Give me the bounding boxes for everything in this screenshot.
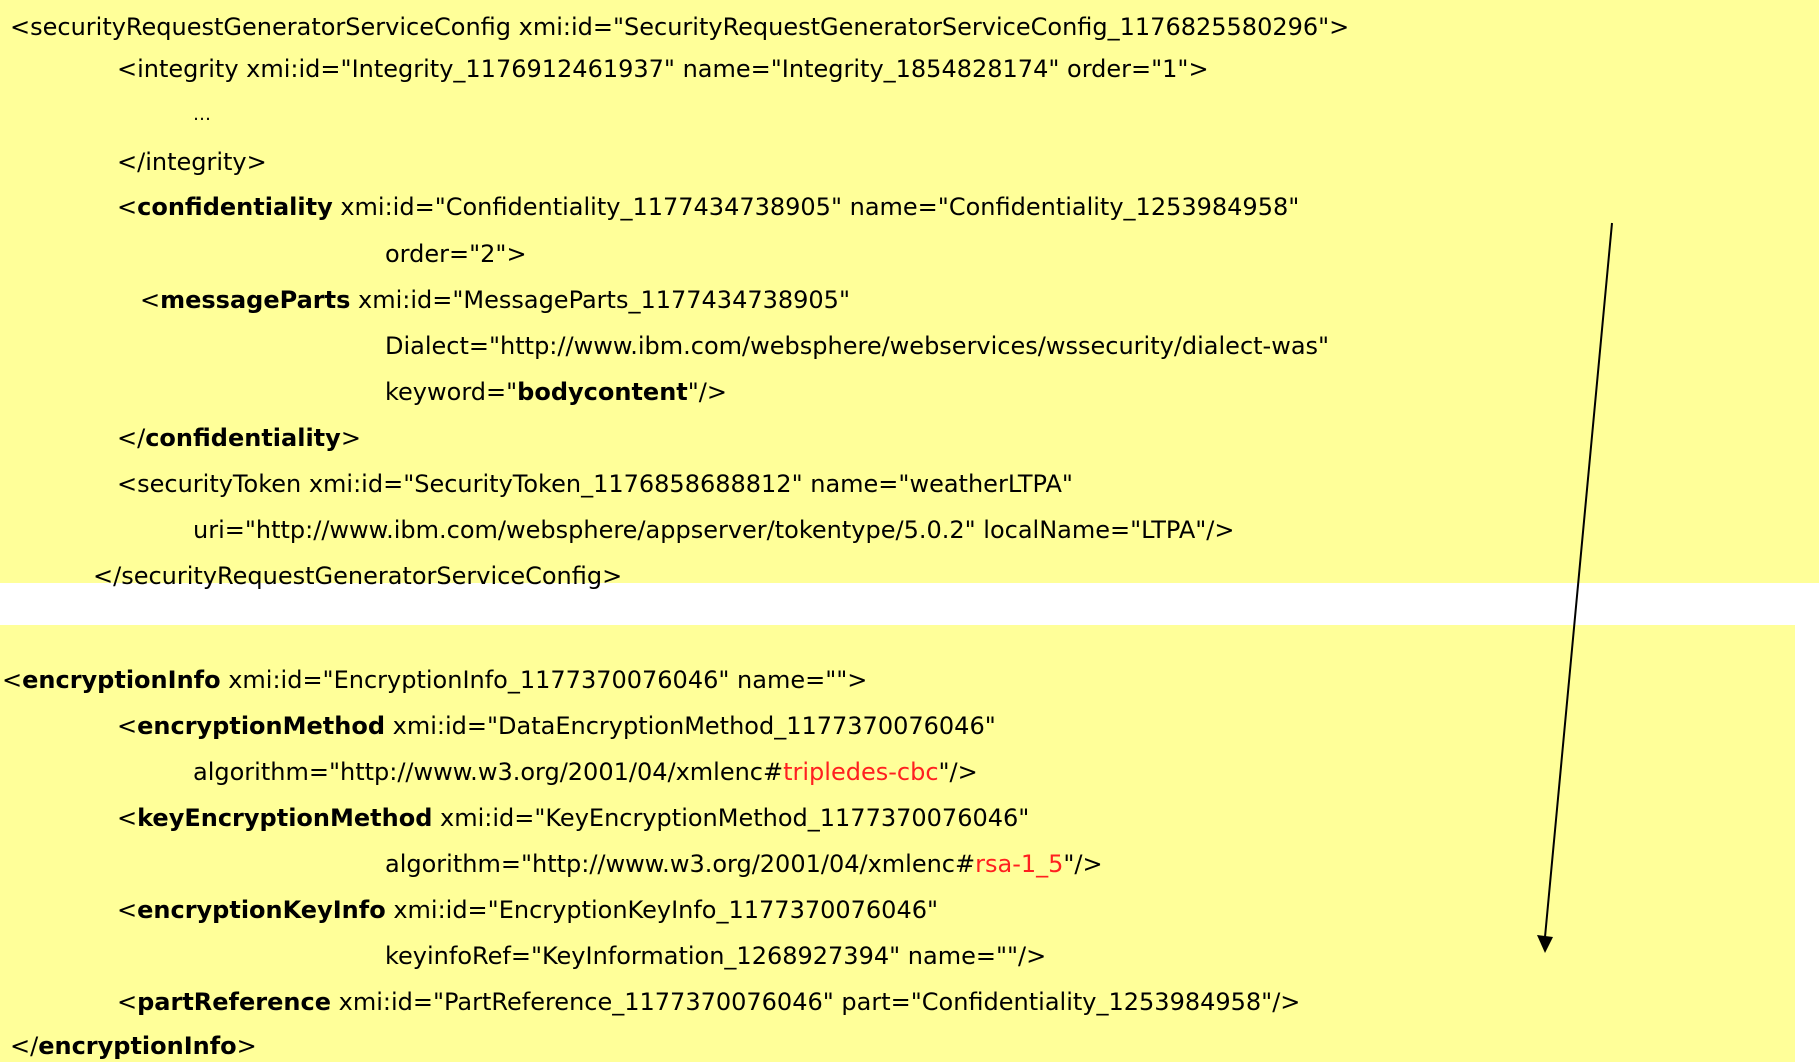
code-line: </confidentiality> bbox=[117, 423, 361, 453]
code-line: uri="http://www.ibm.com/websphere/appser… bbox=[193, 515, 1235, 545]
code-text: </ bbox=[117, 424, 146, 452]
algorithm-highlight: tripledes-cbc bbox=[783, 758, 939, 786]
algorithm-highlight: rsa-1_5 bbox=[975, 850, 1064, 878]
keyword-bold: bodycontent bbox=[517, 378, 688, 406]
code-text: < bbox=[2, 666, 23, 694]
code-line: <partReference xmi:id="PartReference_117… bbox=[117, 987, 1300, 1017]
code-line: <encryptionMethod xmi:id="DataEncryption… bbox=[117, 711, 996, 741]
code-text: <integrity xmi:id="Integrity_11769124619… bbox=[117, 55, 1209, 83]
element-name-bold: encryptionInfo bbox=[22, 666, 221, 694]
code-text: xmi:id="Confidentiality_1177434738905" n… bbox=[332, 193, 1300, 221]
code-line: <integrity xmi:id="Integrity_11769124619… bbox=[117, 54, 1209, 84]
code-line: <securityToken xmi:id="SecurityToken_117… bbox=[117, 469, 1073, 499]
code-text: Dialect="http://www.ibm.com/websphere/we… bbox=[385, 332, 1330, 360]
element-name-bold: keyEncryptionMethod bbox=[137, 804, 433, 832]
code-line: algorithm="http://www.w3.org/2001/04/xml… bbox=[385, 849, 1103, 879]
encryption-info-panel: <encryptionInfo xmi:id="EncryptionInfo_1… bbox=[0, 625, 1795, 1062]
code-text: algorithm="http://www.w3.org/2001/04/xml… bbox=[193, 758, 784, 786]
code-text: <securityRequestGeneratorServiceConfig x… bbox=[10, 13, 1350, 41]
code-text: > bbox=[236, 1032, 257, 1060]
code-text: uri="http://www.ibm.com/websphere/appser… bbox=[193, 516, 1235, 544]
code-text: < bbox=[140, 286, 161, 314]
code-text: < bbox=[117, 193, 138, 221]
code-line: </integrity> bbox=[117, 147, 267, 177]
code-line: Dialect="http://www.ibm.com/websphere/we… bbox=[385, 331, 1329, 361]
code-text: < bbox=[117, 896, 138, 924]
code-line: <confidentiality xmi:id="Confidentiality… bbox=[117, 192, 1299, 222]
code-line: keyinfoRef="KeyInformation_1268927394" n… bbox=[385, 941, 1046, 971]
element-name-bold: encryptionMethod bbox=[137, 712, 386, 740]
code-text: keyinfoRef="KeyInformation_1268927394" n… bbox=[385, 942, 1047, 970]
element-name-bold: encryptionKeyInfo bbox=[137, 896, 386, 924]
element-name-bold: confidentiality bbox=[145, 424, 341, 452]
code-text: <securityToken xmi:id="SecurityToken_117… bbox=[117, 470, 1073, 498]
element-name-bold: messageParts bbox=[160, 286, 351, 314]
code-text: < bbox=[117, 988, 138, 1016]
code-line: <messageParts xmi:id="MessageParts_11774… bbox=[140, 285, 850, 315]
code-line: <encryptionKeyInfo xmi:id="EncryptionKey… bbox=[117, 895, 938, 925]
code-text: < bbox=[117, 712, 138, 740]
security-request-generator-config-panel: <securityRequestGeneratorServiceConfig x… bbox=[0, 0, 1819, 590]
code-line: </securityRequestGeneratorServiceConfig> bbox=[93, 561, 622, 591]
code-line: keyword="bodycontent"/> bbox=[385, 377, 727, 407]
code-text: < bbox=[117, 804, 138, 832]
code-text: xmi:id="KeyEncryptionMethod_117737007604… bbox=[432, 804, 1030, 832]
code-text: algorithm="http://www.w3.org/2001/04/xml… bbox=[385, 850, 976, 878]
code-text: … bbox=[193, 104, 211, 125]
code-text: </integrity> bbox=[117, 148, 267, 176]
ellipsis-line: … bbox=[193, 100, 211, 130]
element-name-bold: encryptionInfo bbox=[38, 1032, 237, 1060]
code-text: keyword=" bbox=[385, 378, 518, 406]
code-text: xmi:id="MessageParts_1177434738905" bbox=[350, 286, 850, 314]
code-text: </securityRequestGeneratorServiceConfig> bbox=[93, 562, 623, 590]
code-line: <securityRequestGeneratorServiceConfig x… bbox=[10, 12, 1349, 42]
code-text: "/> bbox=[1063, 850, 1103, 878]
code-text: xmi:id="EncryptionKeyInfo_1177370076046" bbox=[385, 896, 939, 924]
code-text: "/> bbox=[938, 758, 978, 786]
code-text: order="2"> bbox=[385, 240, 527, 268]
code-text: > bbox=[340, 424, 361, 452]
code-text: "/> bbox=[687, 378, 727, 406]
code-line: order="2"> bbox=[385, 239, 527, 269]
code-text: </ bbox=[10, 1032, 39, 1060]
element-name-bold: confidentiality bbox=[137, 193, 333, 221]
element-name-bold: partReference bbox=[137, 988, 331, 1016]
code-text: xmi:id="PartReference_1177370076046" par… bbox=[330, 988, 1301, 1016]
code-line: <keyEncryptionMethod xmi:id="KeyEncrypti… bbox=[117, 803, 1029, 833]
code-line: </encryptionInfo> bbox=[10, 1031, 257, 1061]
code-text: xmi:id="DataEncryptionMethod_11773700760… bbox=[385, 712, 996, 740]
code-line: <encryptionInfo xmi:id="EncryptionInfo_1… bbox=[2, 665, 867, 695]
code-text: xmi:id="EncryptionInfo_1177370076046" na… bbox=[220, 666, 868, 694]
code-line: algorithm="http://www.w3.org/2001/04/xml… bbox=[193, 757, 978, 787]
